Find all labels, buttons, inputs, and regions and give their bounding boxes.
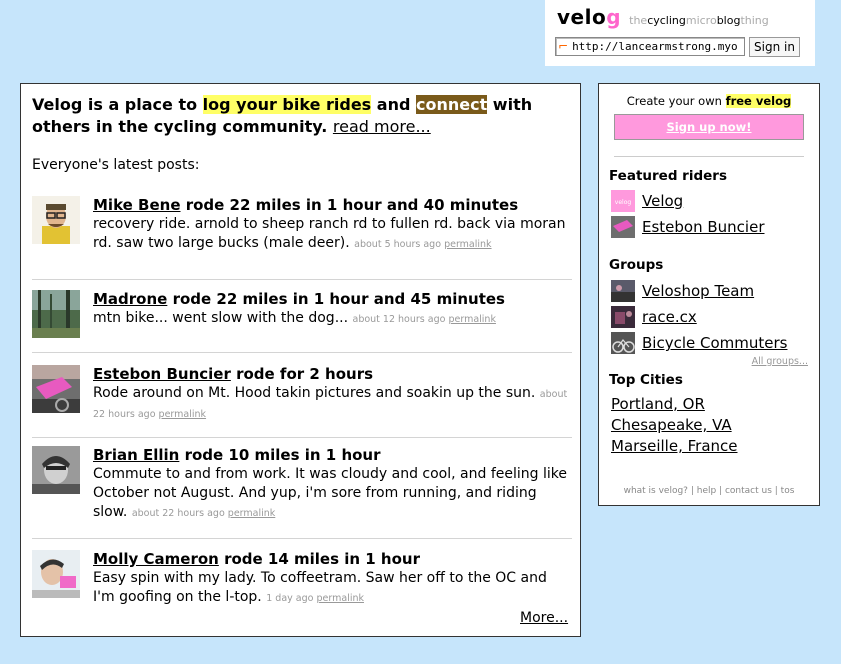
group-item[interactable]: race.cx: [611, 306, 697, 328]
sign-in-button[interactable]: Sign in: [749, 36, 800, 57]
rider-thumbnail: velog: [611, 190, 635, 212]
more-posts-link[interactable]: More...: [520, 610, 568, 626]
permalink[interactable]: permalink: [444, 239, 492, 250]
city-link[interactable]: Chesapeake, VA: [611, 416, 732, 434]
avatar[interactable]: [32, 446, 80, 494]
intro-highlight-log: log your bike rides: [202, 95, 372, 114]
group-link[interactable]: Bicycle Commuters: [642, 334, 787, 352]
tos-link[interactable]: tos: [781, 486, 795, 496]
post-title: Molly Cameron rode 14 miles in 1 hour: [93, 550, 420, 568]
sidebar: Create your own free velog Sign up now! …: [598, 83, 820, 506]
post-body: recovery ride. arnold to sheep ranch rd …: [93, 216, 566, 251]
what-is-velog-link[interactable]: what is velog?: [624, 486, 688, 496]
logo-wordmark: velog: [557, 5, 622, 29]
latest-posts-label: Everyone's latest posts:: [32, 157, 200, 173]
top-cities-heading: Top Cities: [609, 372, 683, 388]
intro-highlight-connect: connect: [415, 95, 488, 114]
main-panel: Velog is a place to log your bike rides …: [20, 83, 581, 637]
group-thumbnail: [611, 332, 635, 354]
post-meta: about 22 hours ago permalink: [131, 508, 276, 519]
header: velog thecyclingmicroblogthing ⌐ http://l…: [545, 0, 815, 66]
city-link[interactable]: Portland, OR: [611, 395, 705, 413]
post-meta: about 5 hours ago permalink: [354, 239, 492, 250]
rider-link[interactable]: Mike Bene: [93, 196, 181, 214]
permalink[interactable]: permalink: [316, 593, 364, 604]
rider-link[interactable]: Molly Cameron: [93, 550, 219, 568]
avatar[interactable]: [32, 365, 80, 413]
rider-link[interactable]: Estebon Buncier: [93, 365, 231, 383]
post-content: Brian Ellin rode 10 miles in 1 hour Comm…: [93, 446, 572, 523]
featured-riders-heading: Featured riders: [609, 168, 727, 184]
featured-rider-link[interactable]: Velog: [642, 192, 683, 210]
avatar[interactable]: [32, 196, 80, 244]
post-item: Molly Cameron rode 14 miles in 1 hour Ea…: [32, 550, 572, 610]
post-item: Mike Bene rode 22 miles in 1 hour and 40…: [32, 196, 572, 280]
read-more-link[interactable]: read more...: [333, 117, 431, 136]
all-groups-link[interactable]: All groups...: [752, 356, 808, 367]
avatar[interactable]: [32, 550, 80, 598]
post-title: Estebon Buncier rode for 2 hours: [93, 365, 374, 383]
post-body: Rode around on Mt. Hood takin pictures a…: [93, 385, 540, 401]
tagline: thecyclingmicroblogthing: [629, 14, 769, 27]
sign-up-button[interactable]: Sign up now!: [614, 114, 804, 140]
group-thumbnail: [611, 280, 635, 302]
footer-links: what is velog? | help | contact us | tos: [623, 486, 795, 496]
post-item: Madrone rode 22 miles in 1 hour and 45 m…: [32, 290, 572, 353]
contact-us-link[interactable]: contact us: [725, 486, 772, 496]
divider: [614, 156, 804, 157]
rider-thumbnail: [611, 216, 635, 238]
group-link[interactable]: race.cx: [642, 308, 697, 326]
post-item: Brian Ellin rode 10 miles in 1 hour Comm…: [32, 446, 572, 539]
post-title: Mike Bene rode 22 miles in 1 hour and 40…: [93, 196, 519, 214]
featured-rider-item[interactable]: velog Velog: [611, 190, 683, 212]
group-thumbnail: [611, 306, 635, 328]
signin-form: ⌐ http://lancearmstrong.myo Sign in: [555, 36, 800, 57]
avatar[interactable]: [32, 290, 80, 338]
featured-rider-item[interactable]: Estebon Buncier: [611, 216, 765, 238]
groups-heading: Groups: [609, 257, 664, 273]
rider-link[interactable]: Madrone: [93, 290, 167, 308]
permalink[interactable]: permalink: [159, 409, 207, 420]
post-meta: 1 day ago permalink: [266, 593, 364, 604]
help-link[interactable]: help: [697, 486, 716, 496]
permalink[interactable]: permalink: [448, 314, 496, 325]
post-meta: about 12 hours ago permalink: [352, 314, 496, 325]
post-title: Madrone rode 22 miles in 1 hour and 45 m…: [93, 290, 505, 308]
group-item[interactable]: Bicycle Commuters: [611, 332, 787, 354]
openid-icon: ⌐: [558, 39, 569, 53]
post-content: Estebon Buncier rode for 2 hours Rode ar…: [93, 365, 572, 424]
intro-text: Velog is a place to log your bike rides …: [32, 95, 533, 136]
group-item[interactable]: Veloshop Team: [611, 280, 754, 302]
post-content: Molly Cameron rode 14 miles in 1 hour Ea…: [93, 550, 572, 608]
openid-url-input[interactable]: ⌐ http://lancearmstrong.myo: [555, 37, 745, 56]
post-content: Madrone rode 22 miles in 1 hour and 45 m…: [93, 290, 572, 329]
group-link[interactable]: Veloshop Team: [642, 282, 754, 300]
svg-text:velog: velog: [615, 199, 632, 206]
create-velog-text: Create your own free velog: [626, 94, 792, 108]
permalink[interactable]: permalink: [228, 508, 276, 519]
city-link[interactable]: Marseille, France: [611, 437, 738, 455]
post-title: Brian Ellin rode 10 miles in 1 hour: [93, 446, 381, 464]
post-item: Estebon Buncier rode for 2 hours Rode ar…: [32, 365, 572, 438]
featured-rider-link[interactable]: Estebon Buncier: [642, 218, 765, 236]
post-body: mtn bike... went slow with the dog...: [93, 310, 353, 326]
rider-link[interactable]: Brian Ellin: [93, 446, 179, 464]
post-content: Mike Bene rode 22 miles in 1 hour and 40…: [93, 196, 572, 254]
logo[interactable]: velog thecyclingmicroblogthing: [557, 5, 769, 29]
